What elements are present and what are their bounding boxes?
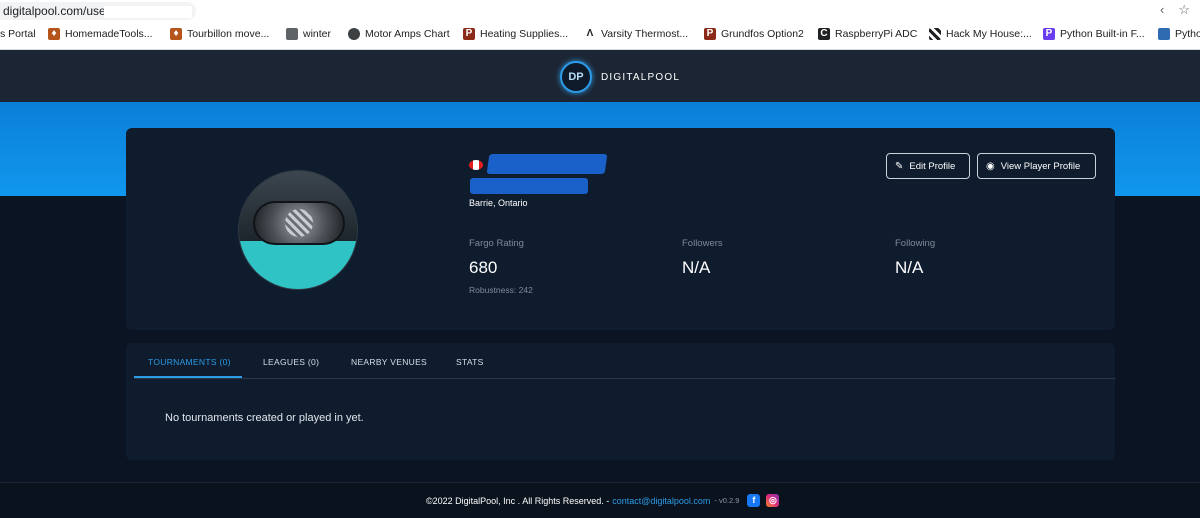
c-icon: C: [818, 28, 830, 40]
redacted-username: [470, 178, 588, 194]
contact-email-link[interactable]: contact@digitalpool.com: [612, 496, 710, 506]
p-arrow-icon: P: [1043, 28, 1055, 40]
caret-icon: Λ: [586, 28, 594, 39]
cooking-icon: ♦: [48, 28, 60, 40]
eye-icon: ◉: [986, 160, 995, 172]
url-field[interactable]: digitalpool.com/use: [0, 2, 196, 20]
globe-icon: [348, 28, 360, 40]
pencil-icon: ✎: [895, 160, 904, 172]
bookmark-label: Grundfos Option2: [721, 28, 804, 40]
url-text: digitalpool.com/use: [3, 4, 106, 18]
bookmark-label: Heating Supplies...: [480, 28, 569, 40]
player-location: Barrie, Ontario: [469, 198, 528, 208]
robustness-value: Robustness: 242: [469, 285, 533, 295]
active-tab-indicator: [134, 376, 242, 378]
followers-value: N/A: [682, 258, 711, 277]
app-header: DP DIGITALPOOL: [0, 50, 1200, 102]
tab-leagues[interactable]: LEAGUES (0): [263, 357, 319, 367]
bookmark-item[interactable]: P Python Built-in F...: [1043, 28, 1145, 40]
bookmark-item[interactable]: s Portal: [0, 28, 36, 40]
bookmark-item[interactable]: ♦ HomemadeTools...: [48, 28, 153, 40]
bookmark-label: Pytho: [1175, 28, 1200, 40]
profile-card: Barrie, Ontario ✎ Edit Profile ◉ View Pl…: [126, 128, 1115, 330]
activity-tabs-card: TOURNAMENTS (0) LEAGUES (0) NEARBY VENUE…: [126, 343, 1115, 460]
canada-flag-icon: [469, 160, 483, 170]
followers-label: Followers: [682, 238, 723, 249]
version-text: - v0.2.9: [714, 496, 740, 505]
bookmark-item[interactable]: Λ Varsity Thermost...: [584, 28, 688, 40]
folder-icon: [286, 28, 298, 40]
avatar: [238, 170, 358, 290]
share-icon[interactable]: ‹: [1160, 2, 1164, 17]
bookmark-label: Hack My House:...: [946, 28, 1032, 40]
bookmark-label: Varsity Thermost...: [601, 28, 689, 40]
edit-profile-label: Edit Profile: [909, 160, 956, 172]
edit-profile-button[interactable]: ✎ Edit Profile: [886, 153, 970, 179]
following-value: N/A: [895, 258, 924, 277]
browser-actions: ‹ ☆: [1146, 2, 1190, 18]
following-label: Following: [895, 238, 936, 249]
bookmark-item[interactable]: P Grundfos Option2: [704, 28, 804, 40]
copyright-text: ©2022 DigitalPool, Inc . All Rights Rese…: [426, 495, 610, 506]
bookmark-label: HomemadeTools...: [65, 28, 153, 40]
fargo-rating-label: Fargo Rating: [469, 238, 524, 249]
bookmark-label: Motor Amps Chart: [365, 28, 450, 40]
view-profile-label: View Player Profile: [1000, 160, 1081, 172]
python-icon: [1158, 28, 1170, 40]
view-player-profile-button[interactable]: ◉ View Player Profile: [977, 153, 1096, 179]
bookmark-item[interactable]: Motor Amps Chart: [348, 28, 450, 40]
p-box-icon: P: [463, 28, 475, 40]
bookmark-label: s Portal: [0, 28, 36, 40]
logo-text: DIGITALPOOL: [601, 71, 681, 83]
footer: ©2022 DigitalPool, Inc . All Rights Rese…: [0, 482, 1200, 518]
tab-nearby-venues[interactable]: NEARBY VENUES: [351, 357, 427, 367]
tabs-divider: [134, 378, 1115, 379]
url-redaction: [104, 6, 192, 18]
tab-stats[interactable]: STATS: [456, 357, 484, 367]
bookmark-label: Python Built-in F...: [1060, 28, 1145, 40]
bookmark-label: winter: [303, 28, 332, 40]
fargo-rating-value: 680: [469, 258, 498, 277]
bookmark-label: Tourbillon move...: [187, 28, 270, 40]
championship-belt-image: [253, 201, 345, 245]
bookmarks-bar: s Portal ♦ HomemadeTools... ♦ Tourbillon…: [0, 22, 1200, 50]
browser-address-bar: digitalpool.com/use ‹ ☆: [0, 0, 1200, 22]
checker-icon: [929, 28, 941, 40]
bookmark-label: RaspberryPi ADC: [835, 28, 918, 40]
tab-tournaments[interactable]: TOURNAMENTS (0): [148, 357, 231, 367]
bookmark-item[interactable]: Hack My House:...: [929, 28, 1032, 40]
cooking-icon: ♦: [170, 28, 182, 40]
star-icon[interactable]: ☆: [1178, 2, 1190, 17]
bookmark-item[interactable]: ♦ Tourbillon move...: [170, 28, 269, 40]
facebook-icon[interactable]: f: [747, 494, 761, 507]
site-logo[interactable]: DP DIGITALPOOL: [560, 61, 680, 93]
bookmark-item[interactable]: winter: [286, 28, 331, 40]
empty-state-message: No tournaments created or played in yet.: [165, 412, 364, 424]
bookmark-item[interactable]: Pytho: [1158, 28, 1200, 40]
logo-mark: DP: [560, 61, 592, 93]
redacted-name: [486, 154, 608, 174]
bookmark-item[interactable]: C RaspberryPi ADC: [818, 28, 917, 40]
p-box-icon: P: [704, 28, 716, 40]
instagram-icon[interactable]: ◎: [766, 494, 780, 507]
bookmark-item[interactable]: P Heating Supplies...: [463, 28, 568, 40]
